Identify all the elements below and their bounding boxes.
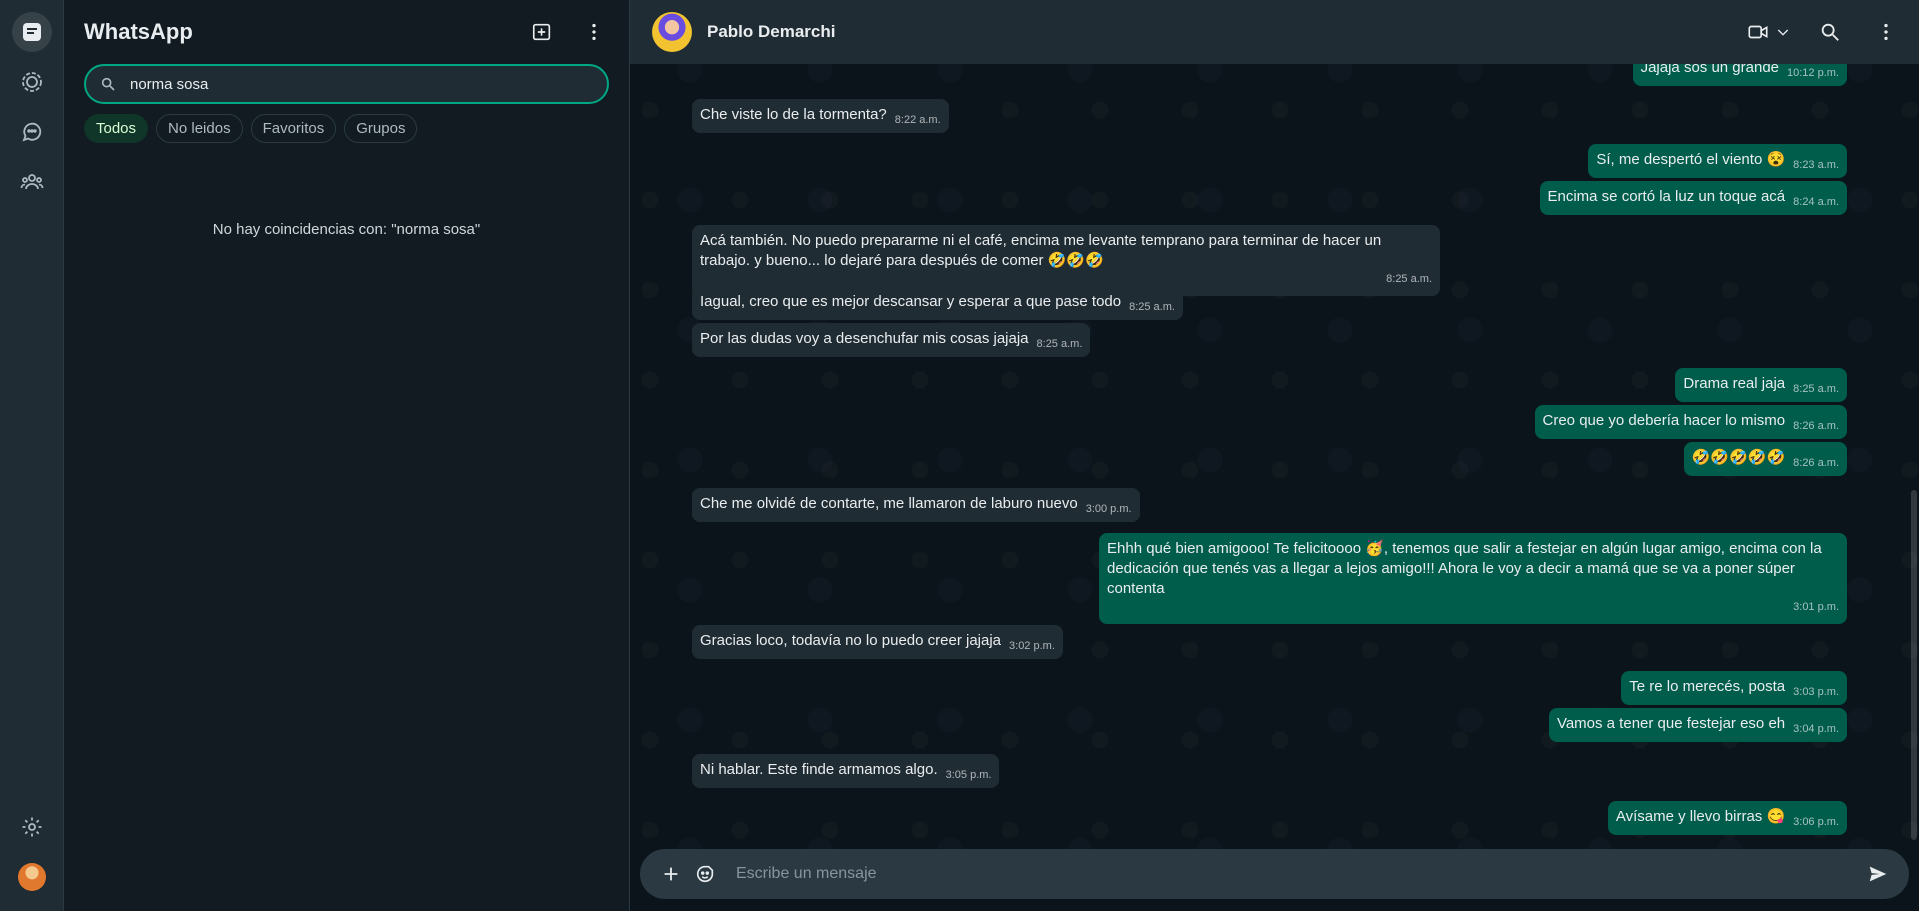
message-list: Jajaja sos un grande 10:12 p.m. Che viste…: [630, 52, 1919, 847]
message-text: Encima se cortó la luz un toque acá: [1547, 188, 1786, 205]
search-icon: [101, 77, 115, 91]
chats-icon: [22, 23, 41, 41]
message-outgoing[interactable]: Te re lo merecés, posta 3:03 p.m.: [1621, 671, 1847, 705]
message-time: 3:04 p.m.: [1793, 723, 1839, 735]
video-call-icon: [1748, 25, 1768, 39]
message-incoming[interactable]: Iagual, creo que es mejor descansar y es…: [692, 286, 1183, 320]
chat-search-button[interactable]: [1813, 15, 1847, 49]
message-time: 8:25 a.m.: [1793, 383, 1839, 395]
message-text: Che me olvidé de contarte, me llamaron d…: [700, 495, 1078, 512]
message-outgoing[interactable]: Sí, me despertó el viento 😵 8:23 a.m.: [1588, 144, 1847, 178]
bottom-strip: [630, 899, 1919, 911]
message-incoming[interactable]: Por las dudas voy a desenchufar mis cosa…: [692, 323, 1091, 357]
avatar: [17, 863, 46, 891]
message-text: Te re lo merecés, posta: [1629, 678, 1786, 695]
settings-icon: [22, 817, 41, 837]
message-outgoing[interactable]: Encima se cortó la luz un toque acá 8:24 …: [1539, 181, 1847, 215]
search-input[interactable]: [130, 75, 593, 93]
message-text: Acá también. No puedo prepararme ni el c…: [700, 232, 1382, 269]
message-time: 8:25 a.m.: [1036, 338, 1083, 350]
message-text: Ni hablar. Este finde armamos algo.: [700, 761, 938, 778]
message-time: 10:12 p.m.: [1787, 67, 1839, 79]
settings-button[interactable]: [12, 807, 52, 847]
message-scrollbar[interactable]: [1911, 490, 1917, 840]
message-text: Che viste lo de la tormenta?: [700, 106, 887, 123]
menu-icon: [592, 23, 596, 41]
message-text: 🤣🤣🤣🤣🤣: [1691, 449, 1786, 466]
message-text: Por las dudas voy a desenchufar mis cosa…: [700, 330, 1029, 347]
chats-button[interactable]: [11, 12, 52, 52]
message-outgoing[interactable]: Ehhh qué bien amigooo! Te felicitoooo 🥳,…: [1099, 533, 1847, 624]
video-call-button[interactable]: [1747, 21, 1791, 43]
sidebar-header: WhatsApp: [64, 0, 629, 64]
message-time: 8:25 a.m.: [1129, 301, 1175, 313]
status-button[interactable]: [12, 62, 52, 102]
send-icon: [1869, 866, 1887, 882]
message-time: 8:24 a.m.: [1793, 196, 1839, 208]
search-icon: [1821, 23, 1839, 41]
send-button[interactable]: [1861, 857, 1895, 891]
communities-icon: [20, 174, 43, 190]
message-text: Drama real jaja: [1683, 375, 1786, 392]
message-text: Sí, me despertó el viento 😵: [1596, 151, 1786, 168]
channels-button[interactable]: [12, 112, 52, 152]
new-chat-icon: [532, 23, 551, 41]
search-box: [84, 64, 609, 104]
chat-menu-button[interactable]: [1869, 15, 1903, 49]
message-time: 3:06 p.m.: [1793, 816, 1839, 828]
contact-name[interactable]: Pablo Demarchi: [707, 22, 1747, 42]
message-outgoing[interactable]: Avísame y llevo birras 😋 3:06 p.m.: [1607, 801, 1847, 835]
filter-todos[interactable]: Todos: [84, 114, 149, 143]
message-text: Iagual, creo que es mejor descansar y es…: [700, 293, 1122, 310]
message-incoming[interactable]: Ni hablar. Este finde armamos algo. 3:05 …: [692, 754, 1000, 788]
sticker-button[interactable]: [688, 857, 722, 891]
message-text: Gracias loco, todavía no lo puedo creer …: [700, 632, 1002, 649]
message-time: 8:26 a.m.: [1793, 457, 1839, 469]
message-time: 8:23 a.m.: [1793, 159, 1839, 171]
sidebar-menu-button[interactable]: [577, 15, 611, 49]
chevron-down-icon: [1777, 29, 1789, 36]
sticker-icon: [696, 865, 714, 883]
chat-list-panel: WhatsApp Todos No leidos Favoritos Grupo…: [64, 0, 630, 911]
filter-favoritos[interactable]: Favoritos: [250, 114, 337, 143]
message-incoming[interactable]: Che viste lo de la tormenta? 8:22 a.m.: [692, 99, 949, 133]
filter-chips: Todos No leidos Favoritos Grupos: [84, 114, 609, 143]
attach-button[interactable]: [654, 857, 688, 891]
message-outgoing[interactable]: Vamos a tener que festejar eso eh 3:04 p.…: [1548, 708, 1847, 742]
filter-no-leidos[interactable]: No leidos: [156, 114, 243, 143]
profile-button[interactable]: [12, 857, 52, 897]
message-outgoing[interactable]: Creo que yo debería hacer lo mismo 8:26 a…: [1534, 405, 1847, 439]
conversation-panel: Pablo Demarchi Jajaja sos un grande 10:12…: [630, 0, 1919, 911]
message-time: 3:03 p.m.: [1793, 686, 1839, 698]
plus-icon: [664, 867, 678, 881]
message-text: Vamos a tener que festejar eso eh: [1556, 715, 1786, 732]
no-results-message: No hay coincidencias con: "norma sosa": [212, 221, 481, 238]
message-text: Avísame y llevo birras 😋: [1615, 808, 1786, 825]
message-incoming[interactable]: Gracias loco, todavía no lo puedo creer …: [692, 625, 1063, 659]
filter-grupos[interactable]: Grupos: [344, 114, 418, 143]
app-title: WhatsApp: [84, 19, 193, 44]
message-outgoing[interactable]: Drama real jaja 8:25 a.m.: [1675, 368, 1847, 402]
message-composer: [640, 849, 1909, 899]
message-time: 8:26 a.m.: [1793, 420, 1839, 432]
message-input[interactable]: [736, 865, 1861, 883]
new-chat-button[interactable]: [525, 15, 559, 49]
nav-rail: [0, 0, 64, 911]
message-time: 3:05 p.m.: [945, 769, 992, 781]
menu-icon: [1884, 23, 1888, 41]
message-text: Creo que yo debería hacer lo mismo: [1542, 412, 1786, 429]
chat-header[interactable]: Pablo Demarchi: [630, 0, 1919, 64]
channels-icon: [21, 122, 41, 142]
status-icon: [21, 72, 42, 92]
message-text: Ehhh qué bien amigooo! Te felicitoooo 🥳,…: [1107, 540, 1822, 597]
contact-avatar[interactable]: [652, 12, 692, 52]
message-time: 3:02 p.m.: [1009, 640, 1055, 652]
communities-button[interactable]: [12, 162, 52, 202]
message-time: 8:22 a.m.: [894, 114, 941, 126]
message-time: 3:01 p.m.: [1793, 601, 1839, 613]
message-incoming[interactable]: Che me olvidé de contarte, me llamaron d…: [692, 488, 1140, 522]
message-outgoing[interactable]: 🤣🤣🤣🤣🤣 8:26 a.m.: [1683, 442, 1847, 476]
message-time: 3:00 p.m.: [1085, 503, 1132, 515]
